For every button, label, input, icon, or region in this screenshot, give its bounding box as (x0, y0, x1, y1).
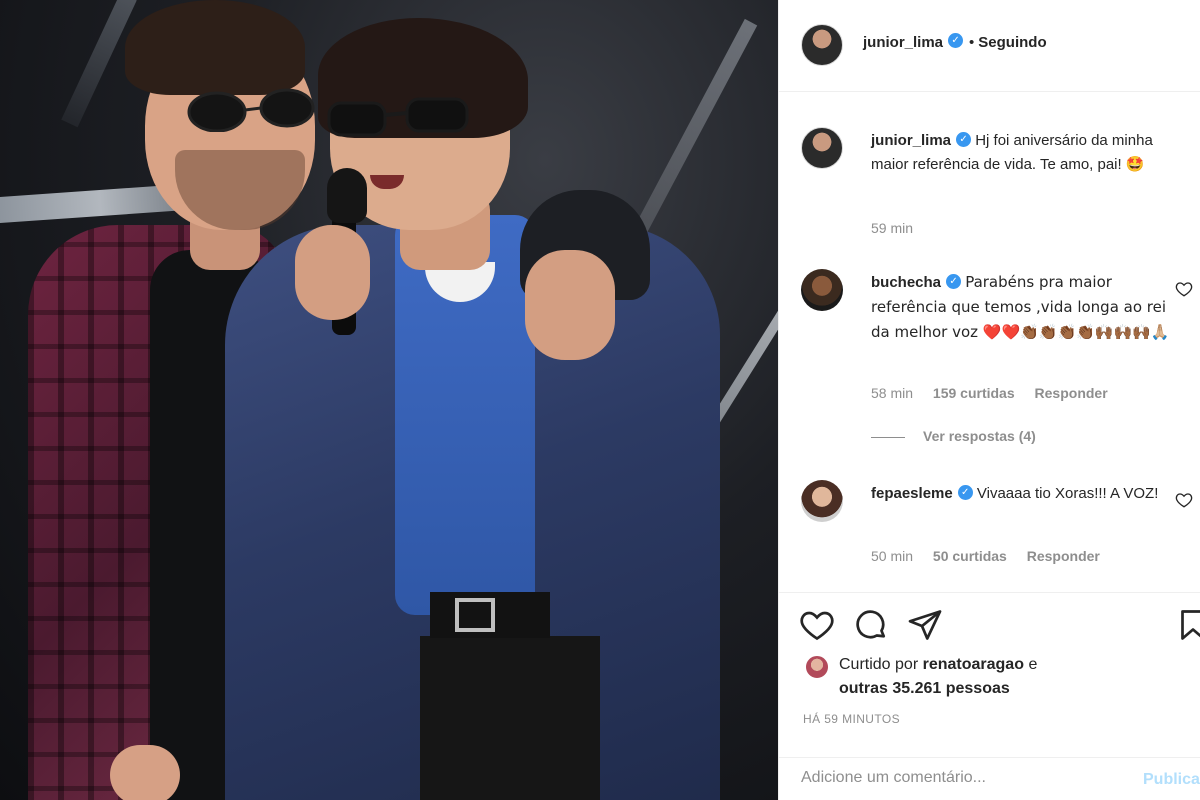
post-photo[interactable] (0, 0, 778, 800)
liker-avatar[interactable] (805, 655, 829, 679)
likes-count[interactable]: outras 35.261 pessoas (839, 680, 1010, 697)
comment-avatar-buchecha[interactable] (801, 269, 843, 311)
bookmark-icon[interactable] (1175, 607, 1200, 643)
author-avatar[interactable] (801, 24, 843, 66)
comment-likes[interactable]: 50 curtidas (933, 548, 1007, 564)
reply-button[interactable]: Responder (1035, 385, 1108, 401)
comment-username[interactable]: buchecha (871, 274, 941, 291)
caption-username[interactable]: junior_lima (871, 132, 951, 149)
liker-username[interactable]: renatoaragao (923, 656, 1024, 673)
comment-text: Vivaaaa tio Xoras!!! A VOZ! (976, 485, 1159, 502)
caption-time: 59 min (871, 220, 914, 236)
comment-input[interactable] (801, 769, 1121, 787)
comment-avatar-fepaesleme[interactable] (801, 480, 843, 522)
comment-time: 58 min (871, 385, 914, 401)
paper-plane-icon[interactable] (907, 607, 943, 643)
likes-summary: Curtido por renatoaragao e outras 35.261… (839, 656, 1038, 697)
following-button[interactable]: Seguindo (978, 34, 1046, 51)
comment-username[interactable]: fepaesleme (871, 485, 953, 502)
heart-icon[interactable] (799, 607, 835, 643)
post-timestamp[interactable]: HÁ 59 MINUTOS (803, 712, 900, 726)
publish-button[interactable]: Publicar (1143, 771, 1200, 789)
comment-fepaesleme: fepaesleme ✓ Vivaaaa tio Xoras!!! A VOZ! (871, 482, 1171, 506)
comment-likes[interactable]: 159 curtidas (933, 385, 1015, 401)
post-sidebar: junior_lima ✓ • Seguindo junior_lima ✓ Hj fo… (778, 0, 1200, 800)
comment-meta: 58 min 159 curtidas Responder (871, 385, 1108, 401)
comment-bubble-icon[interactable] (853, 607, 889, 643)
view-replies-button[interactable]: Ver respostas (4) (871, 428, 1036, 444)
caption: junior_lima ✓ Hj foi aniversário da minha… (871, 129, 1171, 177)
comment-like-heart-icon[interactable] (1175, 280, 1193, 298)
reply-button[interactable]: Responder (1027, 548, 1100, 564)
verified-badge-icon: ✓ (946, 273, 962, 289)
comment-buchecha: buchecha ✓ Parabéns pra maior referência … (871, 270, 1171, 345)
comment-meta: 50 min 50 curtidas Responder (871, 548, 1100, 564)
verified-badge-icon: ✓ (948, 33, 964, 49)
verified-badge-icon: ✓ (957, 484, 973, 500)
comment-like-heart-icon[interactable] (1175, 491, 1193, 509)
comment-bar: Publicar (779, 757, 1200, 800)
verified-badge-icon: ✓ (956, 131, 972, 147)
author-username[interactable]: junior_lima (863, 34, 943, 51)
caption-avatar[interactable] (801, 127, 843, 169)
post-actions: Curtido por renatoaragao e outras 35.261… (779, 592, 1200, 762)
comment-time: 50 min (871, 548, 914, 564)
post-header: junior_lima ✓ • Seguindo (779, 0, 1200, 92)
